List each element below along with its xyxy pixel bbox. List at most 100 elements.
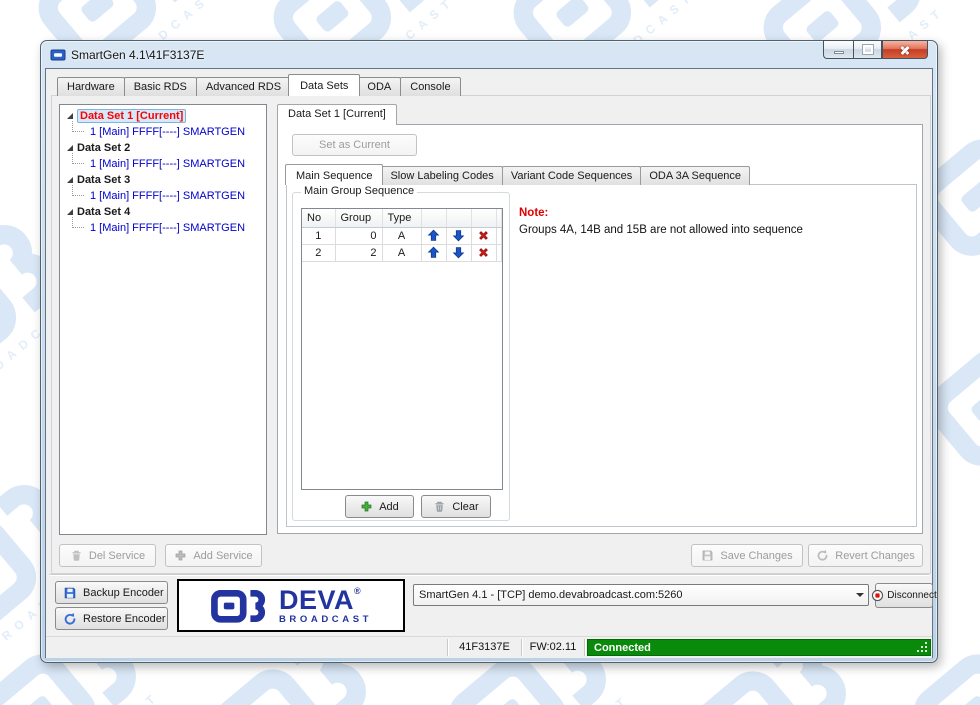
- tree-connector: [72, 185, 84, 196]
- expander-icon[interactable]: [67, 113, 73, 119]
- floppy-icon: [703, 550, 713, 561]
- table-row: 1 0 A: [302, 227, 502, 245]
- table-header-row: No Group Type: [302, 209, 502, 228]
- trash-icon: [72, 550, 81, 561]
- delete-row-button[interactable]: [471, 244, 497, 262]
- col-header-group: Group: [335, 209, 383, 228]
- app-window: SmartGen 4.1\41F3137E Hardware Basic RDS…: [40, 40, 938, 663]
- app-icon: [50, 49, 66, 60]
- tab-oda-3a-sequence[interactable]: ODA 3A Sequence: [640, 166, 751, 185]
- note-title: Note:: [519, 207, 549, 219]
- tree-child-dataset3[interactable]: 1 [Main] FFFF[----] SMARTGEN: [60, 185, 266, 204]
- device-id: 41F3137E: [459, 641, 510, 653]
- up-arrow-icon: [427, 246, 440, 258]
- dataset-tree: Data Set 1 [Current] 1 [Main] FFFF[----]…: [59, 104, 267, 535]
- main-group-sequence-groupbox: Main Group Sequence No Group Type 1 0 A …: [292, 185, 510, 521]
- down-arrow-icon: [452, 247, 465, 259]
- tree-item-dataset4[interactable]: Data Set 4: [60, 204, 266, 220]
- move-up-button[interactable]: [421, 227, 447, 245]
- table-row: 2 2 A: [302, 244, 502, 262]
- up-arrow-icon: [427, 229, 440, 241]
- close-icon: [899, 44, 911, 56]
- main-sequence-page: Main Group Sequence No Group Type 1 0 A …: [286, 184, 917, 527]
- tree-item-dataset3[interactable]: Data Set 3: [60, 172, 266, 188]
- client-area: Hardware Basic RDS Advanced RDS Data Set…: [45, 68, 937, 658]
- floppy-icon: [64, 587, 76, 598]
- delete-row-button[interactable]: [471, 227, 497, 245]
- del-service-button[interactable]: Del Service: [59, 544, 156, 567]
- tab-basic-rds[interactable]: Basic RDS: [123, 77, 197, 96]
- expander-icon[interactable]: [67, 177, 73, 183]
- title-bar[interactable]: SmartGen 4.1\41F3137E: [41, 40, 937, 68]
- detail-page: Set as Current Main Sequence Slow Labeli…: [277, 124, 923, 534]
- tab-variant-code-sequences[interactable]: Variant Code Sequences: [501, 166, 642, 185]
- statusbar-separator: [584, 639, 585, 656]
- deva-db-icon: [210, 588, 272, 624]
- disconnect-button[interactable]: Disconnect: [872, 583, 937, 608]
- tab-advanced-rds[interactable]: Advanced RDS: [195, 77, 292, 96]
- cell-filler: [496, 227, 502, 245]
- connection-status-badge: Connected: [587, 639, 931, 656]
- minimize-button[interactable]: [823, 40, 853, 59]
- col-header-no: No: [302, 209, 336, 228]
- trash-icon: [435, 501, 444, 512]
- col-header-down: [446, 209, 472, 228]
- resize-grip[interactable]: [925, 650, 927, 652]
- clear-button[interactable]: Clear: [421, 495, 491, 518]
- note-text: Groups 4A, 14B and 15B are not allowed i…: [519, 224, 803, 236]
- tree-child-dataset4[interactable]: 1 [Main] FFFF[----] SMARTGEN: [60, 217, 266, 236]
- detail-page-tab[interactable]: Data Set 1 [Current]: [277, 104, 397, 125]
- undo-arrow-icon: [64, 612, 76, 625]
- tab-slow-labeling-codes[interactable]: Slow Labeling Codes: [381, 166, 503, 185]
- groupbox-title: Main Group Sequence: [301, 185, 418, 197]
- tree-child-dataset1[interactable]: 1 [Main] FFFF[----] SMARTGEN: [60, 121, 266, 140]
- backup-encoder-button[interactable]: Backup Encoder: [55, 581, 168, 604]
- tree-connector: [72, 153, 84, 164]
- tab-main-sequence[interactable]: Main Sequence: [285, 164, 384, 185]
- firmware-version: FW:02.11: [529, 641, 577, 653]
- tab-hardware[interactable]: Hardware: [57, 77, 125, 96]
- move-down-button[interactable]: [446, 227, 472, 245]
- delete-x-icon: [479, 248, 488, 257]
- tree-item-dataset1[interactable]: Data Set 1 [Current]: [60, 108, 266, 124]
- add-button[interactable]: Add: [345, 495, 414, 518]
- expander-icon[interactable]: [67, 209, 73, 215]
- revert-changes-button[interactable]: Revert Changes: [808, 544, 923, 567]
- deva-logo: DEVA® BROADCAST: [177, 579, 405, 632]
- move-up-button[interactable]: [421, 244, 447, 262]
- move-down-button[interactable]: [446, 244, 472, 262]
- set-as-current-button[interactable]: Set as Current: [292, 134, 417, 156]
- col-header-delete: [471, 209, 497, 228]
- connection-select[interactable]: SmartGen 4.1 - [TCP] demo.devabroadcast.…: [413, 584, 869, 606]
- sequence-tabstrip: Main Sequence Slow Labeling Codes Varian…: [285, 164, 751, 185]
- restore-encoder-button[interactable]: Restore Encoder: [55, 607, 168, 630]
- tab-oda[interactable]: ODA: [357, 77, 402, 96]
- minimize-icon: [833, 51, 844, 54]
- tree-child-dataset2[interactable]: 1 [Main] FFFF[----] SMARTGEN: [60, 153, 266, 172]
- cell-group[interactable]: 0: [335, 227, 383, 245]
- tab-data-sets[interactable]: Data Sets: [288, 74, 361, 96]
- maximize-icon: [861, 44, 874, 55]
- cell-type[interactable]: A: [382, 227, 422, 245]
- tab-console[interactable]: Console: [400, 77, 461, 96]
- connection-value: SmartGen 4.1 - [TCP] demo.devabroadcast.…: [419, 589, 683, 601]
- down-arrow-icon: [452, 230, 465, 242]
- combo-dropdown-button[interactable]: [851, 585, 868, 605]
- cell-group[interactable]: 2: [335, 244, 383, 262]
- save-changes-button[interactable]: Save Changes: [691, 544, 803, 567]
- plus-icon: [361, 501, 372, 512]
- cell-type[interactable]: A: [382, 244, 422, 262]
- undo-arrow-icon: [817, 549, 828, 561]
- close-button[interactable]: [882, 40, 928, 59]
- delete-x-icon: [479, 231, 488, 240]
- add-service-button[interactable]: Add Service: [165, 544, 262, 567]
- chevron-down-icon: [855, 593, 864, 597]
- cell-no: 2: [302, 244, 336, 262]
- col-header-filler: [496, 209, 502, 228]
- maximize-button[interactable]: [853, 40, 882, 59]
- record-stop-icon: [872, 589, 884, 602]
- tree-item-dataset2[interactable]: Data Set 2: [60, 140, 266, 156]
- status-bar: 41F3137E FW:02.11 Connected: [46, 636, 932, 658]
- window-title: SmartGen 4.1\41F3137E: [71, 47, 205, 62]
- expander-icon[interactable]: [67, 145, 73, 151]
